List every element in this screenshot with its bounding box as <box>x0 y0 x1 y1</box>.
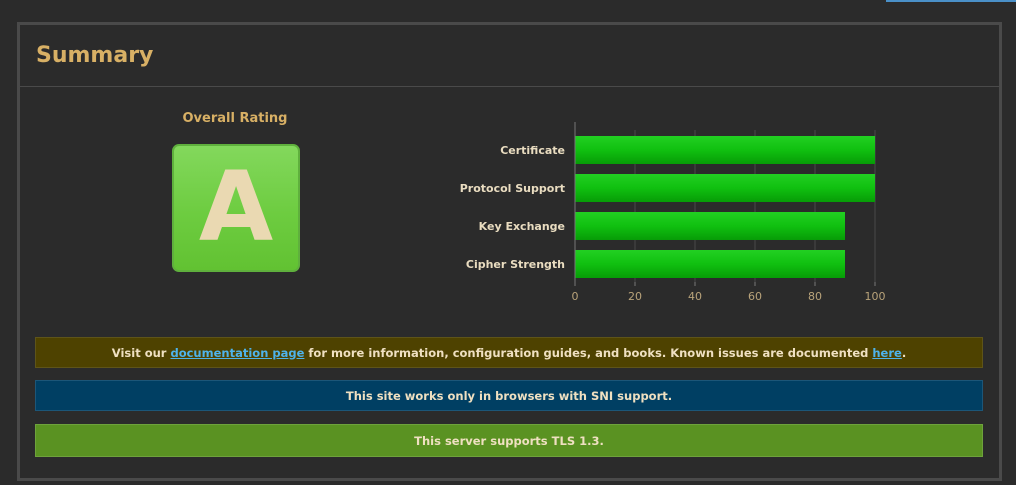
summary-panel: Summary Overall Rating A Certificate Prot… <box>17 22 1002 481</box>
sni-notice-text: This site works only in browsers with SN… <box>345 388 673 403</box>
category-label: Key Exchange <box>479 220 565 233</box>
docs-text-2: for more information, configuration guid… <box>304 345 873 360</box>
tick-label: 40 <box>688 290 702 303</box>
tick-label: 0 <box>572 290 579 303</box>
bar-protocol-support <box>575 174 875 202</box>
category-label: Certificate <box>500 144 565 157</box>
rating-chart-svg: Certificate Protocol Support Key Exchange C… <box>460 122 886 303</box>
overall-rating-label: Overall Rating <box>182 111 288 126</box>
rating-chart: Certificate Protocol Support Key Exchange C… <box>440 122 920 313</box>
bar-certificate <box>575 136 875 164</box>
bar-cipher-strength <box>575 250 845 278</box>
known-issues-link[interactable]: here <box>872 346 901 360</box>
category-label: Cipher Strength <box>466 258 565 271</box>
top-accent-line <box>886 0 1016 2</box>
docs-text-3: . <box>901 345 907 360</box>
summary-header: Summary <box>20 25 999 87</box>
bar-key-exchange <box>575 212 845 240</box>
tick-label: 60 <box>748 290 762 303</box>
tick-label: 100 <box>865 290 886 303</box>
documentation-notice: Visit our documentation page for more in… <box>35 337 983 368</box>
tick-label: 20 <box>628 290 642 303</box>
grade-letter: A <box>198 151 274 263</box>
tls-notice: This server supports TLS 1.3. <box>35 424 983 457</box>
tls-notice-text: This server supports TLS 1.3. <box>414 433 604 448</box>
docs-text-1: Visit our <box>111 345 171 360</box>
sni-notice: This site works only in browsers with SN… <box>35 380 983 411</box>
grade-badge: A <box>172 144 300 272</box>
documentation-page-link[interactable]: documentation page <box>170 346 304 360</box>
category-label: Protocol Support <box>460 182 565 195</box>
summary-title: Summary <box>36 43 154 68</box>
tick-label: 80 <box>808 290 822 303</box>
